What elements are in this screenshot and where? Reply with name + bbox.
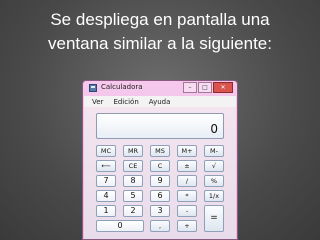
decimal-button[interactable]: , xyxy=(150,220,170,232)
digit-0-button[interactable]: 0 xyxy=(96,220,144,232)
c-button[interactable]: C xyxy=(150,160,170,172)
menu-ayuda[interactable]: Ayuda xyxy=(149,98,171,106)
m-minus-button[interactable]: M- xyxy=(204,145,224,157)
menu-ver[interactable]: Ver xyxy=(92,98,103,106)
digit-8-button[interactable]: 8 xyxy=(123,175,143,187)
calculator-icon xyxy=(89,84,97,92)
m-plus-button[interactable]: M+ xyxy=(177,145,197,157)
ms-button[interactable]: MS xyxy=(150,145,170,157)
calculator-window: Calculadora – □ ✕ Ver Edición Ayuda 0 MC… xyxy=(82,80,238,240)
maximize-button[interactable]: □ xyxy=(198,82,212,93)
caption-line-2: ventana similar a la siguiente: xyxy=(48,34,272,53)
digit-4-button[interactable]: 4 xyxy=(96,190,116,202)
multiply-button[interactable]: * xyxy=(177,190,197,202)
plus-minus-button[interactable]: ± xyxy=(177,160,197,172)
mr-button[interactable]: MR xyxy=(123,145,143,157)
equals-button[interactable]: = xyxy=(204,205,224,232)
digit-2-button[interactable]: 2 xyxy=(123,205,143,217)
divide-button[interactable]: / xyxy=(177,175,197,187)
display: 0 xyxy=(96,113,224,139)
window-title: Calculadora xyxy=(101,83,143,91)
calculator-body: 0 MC MR MS M+ M- ⟵ CE C ± √ 7 8 9 / % 4 … xyxy=(84,107,236,239)
minimize-button[interactable]: – xyxy=(183,82,197,93)
caption-line-1: Se despliega en pantalla una xyxy=(50,10,270,29)
digit-1-button[interactable]: 1 xyxy=(96,205,116,217)
digit-6-button[interactable]: 6 xyxy=(150,190,170,202)
slide-caption: Se despliega en pantalla una ventana sim… xyxy=(0,8,320,56)
digit-5-button[interactable]: 5 xyxy=(123,190,143,202)
percent-button[interactable]: % xyxy=(204,175,224,187)
display-value: 0 xyxy=(210,122,218,136)
close-button[interactable]: ✕ xyxy=(213,82,233,93)
digit-9-button[interactable]: 9 xyxy=(150,175,170,187)
backspace-button[interactable]: ⟵ xyxy=(96,160,116,172)
minus-button[interactable]: - xyxy=(177,205,197,217)
reciprocal-button[interactable]: 1/x xyxy=(204,190,224,202)
menu-bar: Ver Edición Ayuda xyxy=(84,96,236,107)
title-bar[interactable]: Calculadora – □ ✕ xyxy=(83,81,237,95)
mc-button[interactable]: MC xyxy=(96,145,116,157)
plus-button[interactable]: + xyxy=(177,220,197,232)
ce-button[interactable]: CE xyxy=(123,160,143,172)
digit-3-button[interactable]: 3 xyxy=(150,205,170,217)
menu-edicion[interactable]: Edición xyxy=(113,98,138,106)
digit-7-button[interactable]: 7 xyxy=(96,175,116,187)
window-controls: – □ ✕ xyxy=(182,82,233,93)
sqrt-button[interactable]: √ xyxy=(204,160,224,172)
